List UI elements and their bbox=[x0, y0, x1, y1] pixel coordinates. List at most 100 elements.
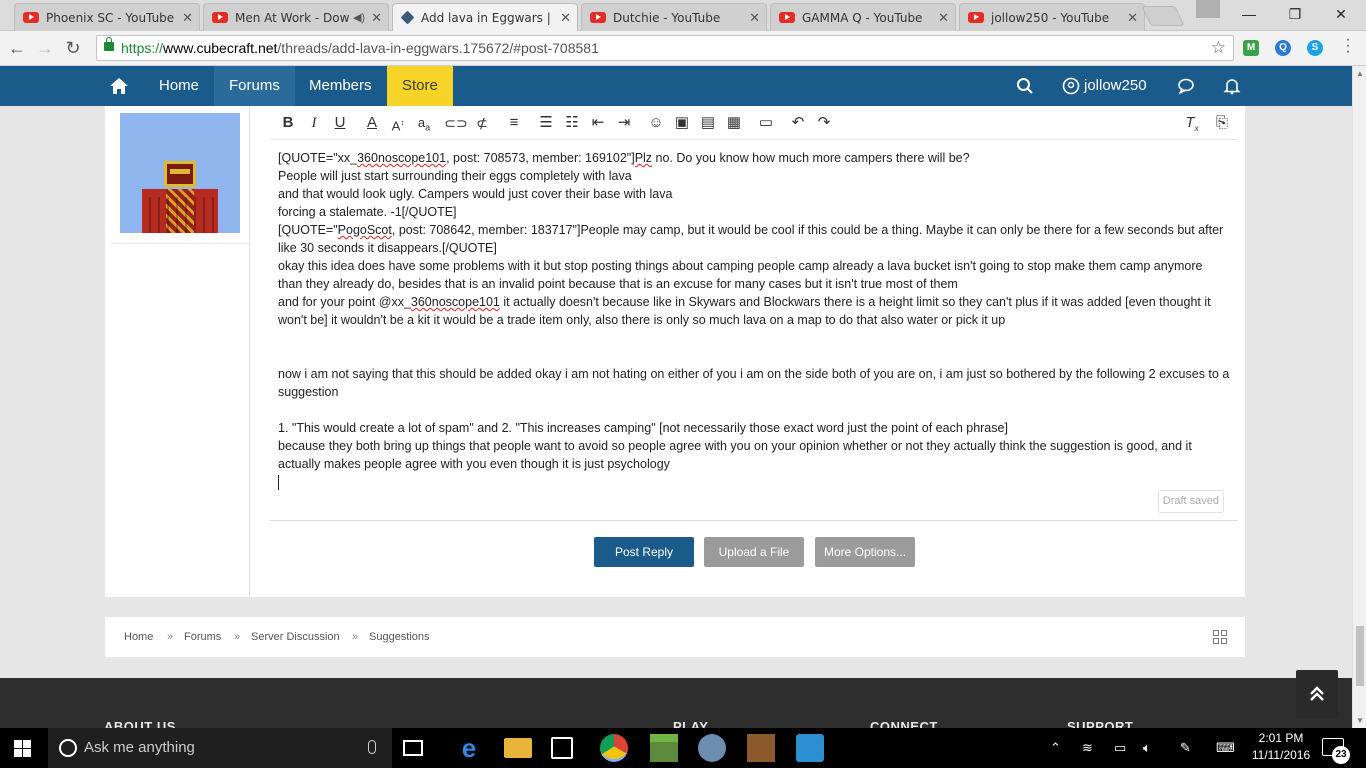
youtube-icon bbox=[23, 12, 39, 23]
breadcrumb-item[interactable]: Suggestions bbox=[369, 617, 430, 657]
browser-tab-active[interactable]: Add lava in Eggwars | C ✕ bbox=[392, 3, 578, 31]
cortana-search-box[interactable]: Ask me anything bbox=[48, 728, 392, 768]
scroll-to-top-button[interactable] bbox=[1296, 670, 1338, 718]
font-family-icon[interactable]: aa bbox=[412, 111, 436, 135]
smilie-icon[interactable]: ☺ bbox=[644, 111, 668, 135]
forward-icon[interactable]: → bbox=[33, 36, 57, 60]
image-icon[interactable]: ▣ bbox=[670, 111, 694, 135]
unlink-icon[interactable]: ⊄ bbox=[470, 111, 494, 135]
battery-icon[interactable]: ▭ bbox=[1114, 728, 1126, 768]
italic-icon[interactable]: I bbox=[302, 111, 326, 135]
editor-paragraph: okay this idea does have some problems w… bbox=[278, 257, 1230, 293]
bold-icon[interactable]: B bbox=[276, 111, 300, 135]
align-icon[interactable]: ≡ bbox=[502, 111, 526, 135]
home-icon[interactable] bbox=[108, 76, 130, 96]
keyboard-icon[interactable]: ⌨ bbox=[1216, 728, 1235, 768]
tab-title: Phoenix SC - YouTube bbox=[46, 10, 175, 25]
footer-heading: PLAY bbox=[673, 719, 709, 728]
redo-icon[interactable]: ↷ bbox=[812, 111, 836, 135]
breadcrumb: Home » Forums » Server Discussion » Sugg… bbox=[105, 617, 1245, 657]
browser-tab[interactable]: GAMMA Q - YouTube ✕ bbox=[770, 3, 956, 31]
skype-icon[interactable]: S bbox=[1307, 40, 1323, 56]
tray-expand-icon[interactable]: ⌃ bbox=[1050, 728, 1061, 768]
steam-icon[interactable] bbox=[698, 734, 726, 762]
taskbar-clock[interactable]: 2:01 PM 11/11/2016 bbox=[1244, 730, 1318, 764]
minecraft-launcher-icon[interactable] bbox=[747, 734, 775, 762]
nav-members[interactable]: Members bbox=[294, 66, 387, 106]
close-tab-icon[interactable]: ✕ bbox=[560, 10, 571, 26]
editor-paragraph: now i am not saying that this should be … bbox=[278, 365, 1230, 401]
wifi-icon[interactable]: ≋ bbox=[1082, 728, 1093, 768]
more-options-button[interactable]: More Options... bbox=[815, 537, 915, 567]
grid-icon[interactable] bbox=[1213, 630, 1227, 644]
extension-icon[interactable]: Q bbox=[1275, 40, 1291, 56]
extension-icon[interactable]: M bbox=[1243, 40, 1259, 56]
browser-tab[interactable]: Men At Work - Down ◀) ✕ bbox=[203, 3, 389, 31]
indent-icon[interactable]: ⇥ bbox=[612, 111, 636, 135]
breadcrumb-item[interactable]: Forums bbox=[184, 617, 221, 657]
close-tab-icon[interactable]: ✕ bbox=[1127, 10, 1138, 26]
close-window-icon[interactable]: ✕ bbox=[1318, 2, 1364, 26]
close-tab-icon[interactable]: ✕ bbox=[371, 10, 382, 26]
speaker-icon[interactable]: ◀) bbox=[353, 11, 365, 24]
task-view-icon[interactable] bbox=[403, 740, 423, 756]
text-color-icon[interactable]: A bbox=[360, 111, 384, 135]
windows-start-icon[interactable] bbox=[14, 740, 31, 757]
remove-format-icon[interactable]: Tx bbox=[1180, 111, 1204, 135]
microphone-icon[interactable] bbox=[368, 740, 376, 754]
nav-store[interactable]: Store bbox=[387, 66, 453, 106]
nav-home[interactable]: Home bbox=[144, 66, 214, 106]
media-icon[interactable]: ▤ bbox=[696, 111, 720, 135]
reply-editor[interactable]: B I U A A↕ aa ⊂⊃ ⊄ ≡ ☰ ☷ ⇤ ⇥ ☺ ▣ ▤ ▦ ▭ ↶… bbox=[270, 106, 1238, 521]
outdent-icon[interactable]: ⇤ bbox=[586, 111, 610, 135]
conversations-icon[interactable] bbox=[1177, 77, 1195, 95]
insert-icon[interactable]: ▦ bbox=[722, 111, 746, 135]
breadcrumb-item[interactable]: Server Discussion bbox=[251, 617, 340, 657]
edge-icon[interactable]: e bbox=[455, 734, 483, 762]
page-scrollbar[interactable]: ▲ ▼ bbox=[1352, 66, 1366, 728]
back-icon[interactable]: ← bbox=[5, 36, 29, 60]
bell-icon[interactable] bbox=[1223, 77, 1241, 95]
search-icon[interactable] bbox=[1016, 77, 1034, 95]
toggle-bbcode-icon[interactable]: ⎘ bbox=[1210, 111, 1234, 135]
pen-icon[interactable]: ✎ bbox=[1180, 728, 1191, 768]
profile-icon[interactable] bbox=[1196, 0, 1220, 18]
editor-text-area[interactable]: [QUOTE="xx_360noscope101, post: 708573, … bbox=[278, 149, 1230, 491]
browser-menu-icon[interactable]: · · · bbox=[1340, 32, 1356, 60]
underline-icon[interactable]: U bbox=[328, 111, 352, 135]
chrome-icon[interactable] bbox=[600, 734, 628, 762]
reload-icon[interactable]: ↻ bbox=[61, 36, 85, 60]
browser-tab[interactable]: jollow250 - YouTube ✕ bbox=[959, 3, 1145, 31]
address-bar[interactable]: https://www.cubecraft.net/threads/add-la… bbox=[96, 35, 1234, 61]
bookmark-star-icon[interactable]: ☆ bbox=[1211, 36, 1226, 60]
browser-tab[interactable]: Dutchie - YouTube ✕ bbox=[581, 3, 767, 31]
scroll-down-icon[interactable]: ▼ bbox=[1356, 716, 1364, 725]
restore-icon[interactable]: ❐ bbox=[1272, 2, 1318, 26]
nav-username[interactable]: jollow250 bbox=[1084, 66, 1147, 106]
store-icon[interactable] bbox=[551, 737, 573, 759]
close-tab-icon[interactable]: ✕ bbox=[749, 10, 760, 26]
nav-forums[interactable]: Forums bbox=[214, 66, 295, 106]
close-tab-icon[interactable]: ✕ bbox=[938, 10, 949, 26]
scroll-up-icon[interactable]: ▲ bbox=[1356, 69, 1364, 78]
minimize-icon[interactable]: — bbox=[1226, 2, 1272, 26]
volume-icon[interactable]: 🔈︎ bbox=[1143, 728, 1151, 768]
upload-file-button[interactable]: Upload a File bbox=[704, 537, 804, 567]
close-tab-icon[interactable]: ✕ bbox=[182, 10, 193, 26]
scrollbar-thumb[interactable] bbox=[1356, 626, 1364, 686]
font-size-icon[interactable]: A↕ bbox=[386, 111, 410, 135]
app-icon[interactable] bbox=[796, 734, 824, 762]
browser-tab[interactable]: Phoenix SC - YouTube ✕ bbox=[14, 3, 200, 31]
file-explorer-icon[interactable] bbox=[504, 738, 532, 758]
link-icon[interactable]: ⊂⊃ bbox=[444, 111, 468, 135]
breadcrumb-item[interactable]: Home bbox=[124, 617, 153, 657]
bullet-list-icon[interactable]: ☰ bbox=[534, 111, 558, 135]
avatar[interactable] bbox=[120, 113, 240, 233]
user-icon[interactable] bbox=[1062, 77, 1080, 95]
post-reply-button[interactable]: Post Reply bbox=[594, 537, 694, 567]
save-draft-icon[interactable]: ▭ bbox=[754, 111, 778, 135]
numbered-list-icon[interactable]: ☷ bbox=[560, 111, 584, 135]
minecraft-icon[interactable] bbox=[650, 734, 678, 762]
new-tab-button[interactable] bbox=[1141, 6, 1185, 26]
undo-icon[interactable]: ↶ bbox=[786, 111, 810, 135]
